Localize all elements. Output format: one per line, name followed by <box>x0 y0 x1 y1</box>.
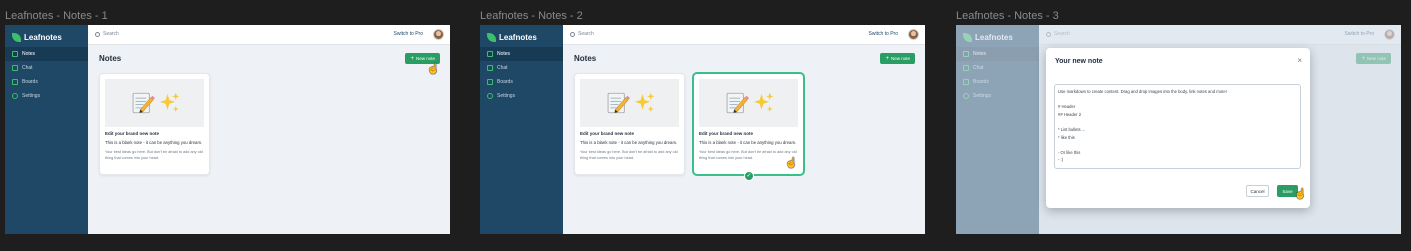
note-image <box>699 79 798 127</box>
search-icon <box>570 32 575 37</box>
cancel-button[interactable]: Cancel <box>1246 185 1269 197</box>
page-title: Notes <box>574 54 597 63</box>
note-subtitle: This is a blank note - it can be anythin… <box>580 140 678 145</box>
main-content: Notes + New note Edit your brand new not… <box>88 45 450 234</box>
check-icon: ✓ <box>744 171 754 181</box>
app-logo[interactable]: Leafnotes <box>12 31 62 43</box>
frame-title: Leafnotes - Notes - 2 <box>480 10 583 22</box>
frame-title: Leafnotes - Notes - 1 <box>5 10 108 22</box>
textarea-line: - Or like this <box>1058 149 1081 155</box>
page-title: Notes <box>99 54 122 63</box>
sidebar-item-label: Settings <box>497 93 516 99</box>
textarea-line: - :) <box>1058 157 1064 163</box>
settings-icon <box>487 93 493 99</box>
textarea-line: * List bullets ... <box>1058 126 1086 132</box>
note-card[interactable]: Edit your brand new note This is a blank… <box>99 73 210 175</box>
leaf-icon <box>12 32 21 42</box>
sidebar-item-label: Chat <box>497 65 508 71</box>
edit-icon <box>487 51 493 57</box>
new-note-button[interactable]: +New note <box>405 53 440 64</box>
sidebar-item-notes[interactable]: Notes <box>5 47 88 61</box>
sidebar: Leafnotes Notes Chat Boards Settings <box>5 25 88 234</box>
plus-icon: + <box>885 55 889 62</box>
switch-to-pro-link[interactable]: Switch to Pro <box>869 31 898 37</box>
sidebar-item-settings[interactable]: Settings <box>480 89 563 103</box>
note-title: Edit your brand new note <box>105 131 160 136</box>
boards-icon <box>12 79 18 85</box>
sidebar-item-settings[interactable]: Settings <box>5 89 88 103</box>
sidebar-item-label: Settings <box>22 93 41 99</box>
search-input[interactable]: Search <box>103 31 119 37</box>
textarea-line <box>1058 141 1297 149</box>
main-content: Notes + New note Edit your brand new not… <box>563 45 925 234</box>
note-subtitle: This is a blank note - it can be anythin… <box>105 140 203 145</box>
hand-cursor-icon: ☝ <box>427 64 440 75</box>
new-note-label: New note <box>415 56 435 61</box>
app-frame-3: Leafnotes Notes Chat Boards Settings Sea… <box>956 25 1401 234</box>
app-logo[interactable]: Leafnotes <box>487 31 537 43</box>
boards-icon <box>487 79 493 85</box>
app-frame-2: Leafnotes Notes Chat Boards Settings Sea… <box>480 25 925 234</box>
modal-title: Your new note <box>1055 58 1103 65</box>
textarea-line: # Header <box>1058 104 1076 110</box>
textarea-line: ## Header 2 <box>1058 111 1082 117</box>
sidebar-nav: Notes Chat Boards Settings <box>480 47 563 103</box>
memo-icon <box>726 92 749 114</box>
search-input[interactable]: Search <box>578 31 594 37</box>
leaf-icon <box>487 32 496 42</box>
note-image <box>580 79 679 127</box>
note-content-textarea[interactable]: Use markdown to create content. Drag and… <box>1054 84 1301 169</box>
new-note-button[interactable]: +New note <box>880 53 915 64</box>
settings-icon <box>12 93 18 99</box>
search-icon <box>95 32 100 37</box>
note-image <box>105 79 204 127</box>
sidebar-item-label: Notes <box>22 51 36 57</box>
sparkles-icon <box>753 92 773 112</box>
sidebar-nav: Notes Chat Boards Settings <box>5 47 88 103</box>
top-bar: Search Switch to Pro <box>563 25 925 45</box>
memo-icon <box>607 92 630 114</box>
sidebar-item-chat[interactable]: Chat <box>5 61 88 75</box>
avatar[interactable] <box>433 29 444 40</box>
sidebar-item-notes[interactable]: Notes <box>480 47 563 61</box>
textarea-line <box>1058 118 1297 126</box>
hand-cursor-icon: ☝ <box>785 158 798 169</box>
top-bar: Search Switch to Pro <box>88 25 450 45</box>
note-title: Edit your brand new note <box>580 131 635 136</box>
note-title: Edit your brand new note <box>699 131 754 136</box>
app-name: Leafnotes <box>24 32 62 42</box>
sidebar-item-boards[interactable]: Boards <box>5 75 88 89</box>
app-frame-1: Leafnotes Notes Chat Boards Settings Sea… <box>5 25 450 234</box>
sidebar: Leafnotes Notes Chat Boards Settings <box>480 25 563 234</box>
hand-cursor-icon: ☝ <box>1294 189 1307 200</box>
textarea-line: * like this <box>1058 134 1075 140</box>
close-icon[interactable]: × <box>1297 57 1302 65</box>
new-note-label: New note <box>890 56 910 61</box>
sidebar-item-label: Chat <box>22 65 33 71</box>
chat-icon <box>12 65 18 71</box>
switch-to-pro-link[interactable]: Switch to Pro <box>394 31 423 37</box>
sidebar-item-label: Boards <box>22 79 38 85</box>
edit-icon <box>12 51 18 57</box>
memo-icon <box>132 92 155 114</box>
sidebar-item-chat[interactable]: Chat <box>480 61 563 75</box>
new-note-modal: Your new note × Use markdown to create c… <box>1046 48 1310 208</box>
sidebar-item-label: Notes <box>497 51 511 57</box>
plus-icon: + <box>410 55 414 62</box>
sparkles-icon <box>159 92 179 112</box>
textarea-line: Use markdown to create content. Drag and… <box>1058 89 1227 94</box>
sidebar-item-boards[interactable]: Boards <box>480 75 563 89</box>
textarea-line <box>1058 96 1297 104</box>
sparkles-icon <box>634 92 654 112</box>
note-body: Your best ideas go here. But don't be af… <box>580 150 678 160</box>
sidebar-item-label: Boards <box>497 79 513 85</box>
avatar[interactable] <box>908 29 919 40</box>
app-name: Leafnotes <box>499 32 537 42</box>
note-card[interactable]: Edit your brand new note This is a blank… <box>574 73 685 175</box>
note-subtitle: This is a blank note - it can be anythin… <box>699 140 797 145</box>
chat-icon <box>487 65 493 71</box>
note-body: Your best ideas go here. But don't be af… <box>105 150 203 160</box>
frame-title: Leafnotes - Notes - 3 <box>956 10 1059 22</box>
